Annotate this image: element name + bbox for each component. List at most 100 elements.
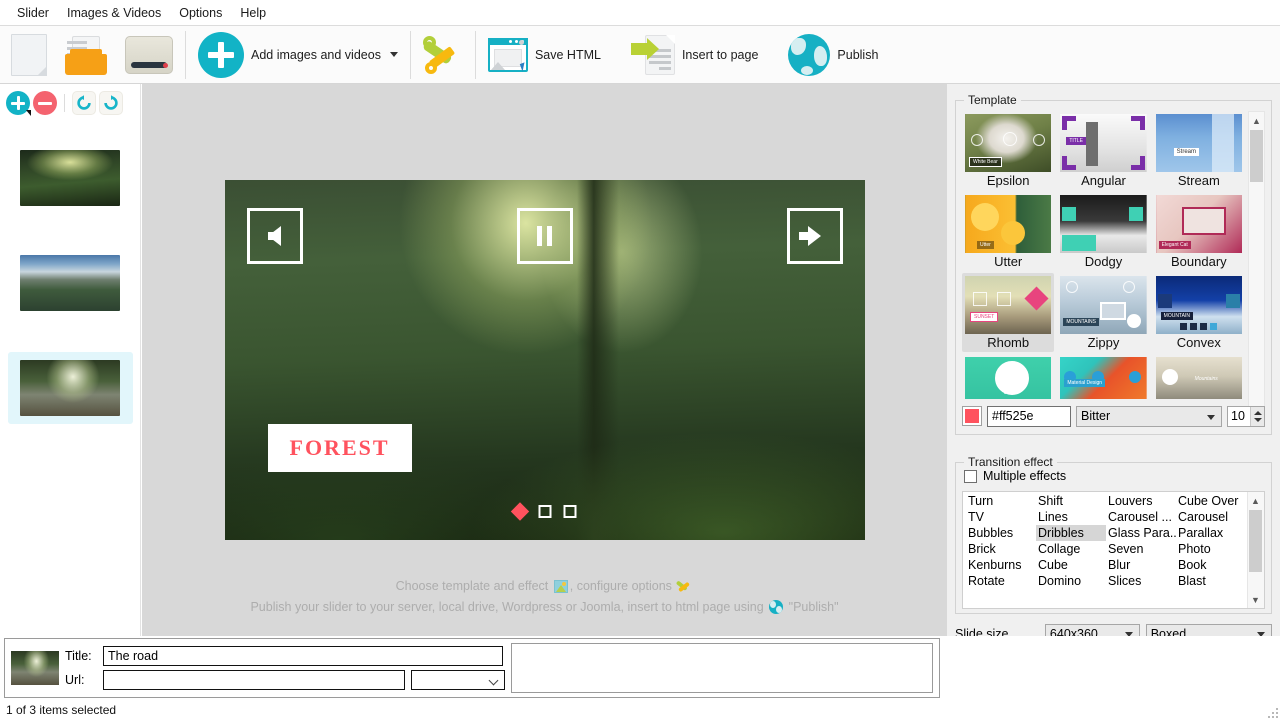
template-label: Boundary (1156, 254, 1242, 270)
effect-item[interactable]: Cube Over (1176, 493, 1246, 509)
menu-item-images-videos[interactable]: Images & Videos (58, 3, 170, 23)
hint-line-1-part-b: , configure options (570, 579, 672, 593)
template-thumbnail: Elegant Cat (1156, 195, 1242, 253)
preview-prev-button[interactable] (247, 208, 303, 264)
effect-item[interactable]: Book (1176, 557, 1246, 573)
new-document-icon (11, 34, 47, 76)
template-item-convex[interactable]: MOUNTAIN Convex (1153, 273, 1245, 352)
description-textarea[interactable] (511, 643, 933, 693)
template-label: Epsilon (965, 173, 1051, 189)
effect-item-selected[interactable]: Dribbles (1036, 525, 1106, 541)
effect-item[interactable]: Shift (1036, 493, 1106, 509)
scroll-up-icon[interactable]: ▲ (1249, 112, 1264, 129)
multiple-effects-checkbox[interactable] (964, 470, 977, 483)
caption-font-size-stepper[interactable]: 10 (1227, 406, 1265, 427)
effect-item[interactable]: Seven (1106, 541, 1176, 557)
effect-item[interactable]: Bubbles (966, 525, 1036, 541)
tools-options-button[interactable] (415, 29, 471, 81)
rotate-counterclockwise-button[interactable] (72, 91, 96, 115)
url-target-select[interactable] (411, 670, 505, 690)
stepper-buttons[interactable] (1250, 407, 1264, 426)
slide-thumbnail-mountain-lake (20, 255, 120, 311)
menu-item-slider[interactable]: Slider (8, 3, 58, 23)
effect-item[interactable]: Photo (1176, 541, 1246, 557)
effect-item[interactable]: Carousel (1176, 509, 1246, 525)
slides-thumbnail-list[interactable] (0, 122, 140, 636)
stepper-down-icon[interactable] (1254, 418, 1262, 422)
effect-item[interactable]: Kenburns (966, 557, 1036, 573)
caption-color-swatch[interactable] (962, 406, 982, 426)
scroll-down-icon[interactable]: ▼ (1248, 591, 1263, 608)
template-badge: Elegant Cat (1159, 241, 1191, 249)
open-slider-button[interactable] (55, 29, 117, 81)
rotate-clockwise-button[interactable] (99, 91, 123, 115)
preview-pause-button[interactable] (517, 208, 573, 264)
menu-item-options[interactable]: Options (170, 3, 231, 23)
effect-item[interactable]: Cube (1036, 557, 1106, 573)
preview-next-button[interactable] (787, 208, 843, 264)
template-item-rhomb[interactable]: SUNSET Rhomb (962, 273, 1054, 352)
save-html-button[interactable]: Save HTML (480, 29, 609, 81)
menu-item-help[interactable]: Help (231, 3, 275, 23)
effect-item[interactable]: Parallax (1176, 525, 1246, 541)
list-item[interactable] (8, 142, 133, 214)
multiple-effects-row[interactable]: Multiple effects (964, 469, 1066, 483)
list-item[interactable] (8, 352, 133, 424)
new-slider-button[interactable] (0, 29, 55, 81)
add-images-and-videos-button[interactable]: Add images and videos (190, 29, 406, 81)
hint-line-2-part-b: "Publish" (789, 600, 839, 614)
effect-item[interactable]: Collage (1036, 541, 1106, 557)
insert-to-page-button[interactable]: Insert to page (623, 29, 766, 81)
plus-circle-icon (198, 32, 244, 78)
effect-item[interactable]: Carousel ... (1106, 509, 1176, 525)
list-item[interactable] (8, 247, 133, 319)
template-item-dodgy[interactable]: Dodgy (1057, 192, 1149, 271)
effect-item[interactable]: Domino (1036, 573, 1106, 589)
scrollbar-thumb[interactable] (1250, 130, 1263, 182)
bullet-active[interactable] (510, 502, 528, 520)
effect-item[interactable]: Louvers (1106, 493, 1176, 509)
caption-font-select[interactable]: Bitter (1076, 406, 1222, 427)
template-scrollbar[interactable]: ▲ ▼ (1248, 111, 1265, 418)
template-badge: JOHN (1001, 389, 1021, 397)
caption-color-hex-input[interactable]: #ff525e (987, 406, 1071, 427)
effect-item[interactable]: Turn (966, 493, 1036, 509)
template-item-utter[interactable]: Utter Utter (962, 192, 1054, 271)
scroll-up-icon[interactable]: ▲ (1248, 492, 1263, 509)
template-thumbnail: SUNSET (965, 276, 1051, 334)
effects-scrollbar[interactable]: ▲ ▼ (1247, 492, 1264, 608)
template-item-stream[interactable]: Stream Stream (1153, 111, 1245, 190)
bullet[interactable] (538, 505, 551, 518)
effect-item[interactable]: Lines (1036, 509, 1106, 525)
template-item-angular[interactable]: TITLE Angular (1057, 111, 1149, 190)
save-html-label: Save HTML (535, 48, 601, 62)
add-slide-button[interactable] (6, 91, 30, 115)
template-thumbnail: Mountains (1156, 357, 1242, 399)
effect-item[interactable]: Blur (1106, 557, 1176, 573)
scrollbar-thumb[interactable] (1249, 510, 1262, 572)
publish-button[interactable]: Publish (780, 29, 886, 81)
effect-item[interactable]: Rotate (966, 573, 1036, 589)
effect-item[interactable]: Brick (966, 541, 1036, 557)
preview-bullets[interactable] (513, 505, 576, 518)
template-item-boundary[interactable]: Elegant Cat Boundary (1153, 192, 1245, 271)
bullet[interactable] (563, 505, 576, 518)
save-slider-button[interactable] (117, 29, 181, 81)
effect-item[interactable]: Blast (1176, 573, 1246, 589)
effect-item[interactable]: TV (966, 509, 1036, 525)
template-badge: MOUNTAIN (1161, 312, 1193, 320)
title-input[interactable]: The road (103, 646, 503, 666)
template-item-zippy[interactable]: MOUNTAINS Zippy (1057, 273, 1149, 352)
stepper-up-icon[interactable] (1254, 411, 1262, 415)
chevron-down-icon[interactable] (390, 52, 398, 57)
template-scroll-area[interactable]: White Bear Epsilon (962, 111, 1265, 418)
slider-preview-stage[interactable]: FOREST (225, 180, 865, 540)
chevron-down-icon[interactable] (26, 110, 31, 116)
resize-grip[interactable] (1266, 706, 1278, 718)
effects-list[interactable]: Turn Shift Louvers Cube Over TV Lines Ca… (962, 491, 1265, 609)
effect-item[interactable]: Slices (1106, 573, 1176, 589)
url-input[interactable] (103, 670, 405, 690)
remove-slide-button[interactable] (33, 91, 57, 115)
template-item-epsilon[interactable]: White Bear Epsilon (962, 111, 1054, 190)
effect-item[interactable]: Glass Para... (1106, 525, 1176, 541)
